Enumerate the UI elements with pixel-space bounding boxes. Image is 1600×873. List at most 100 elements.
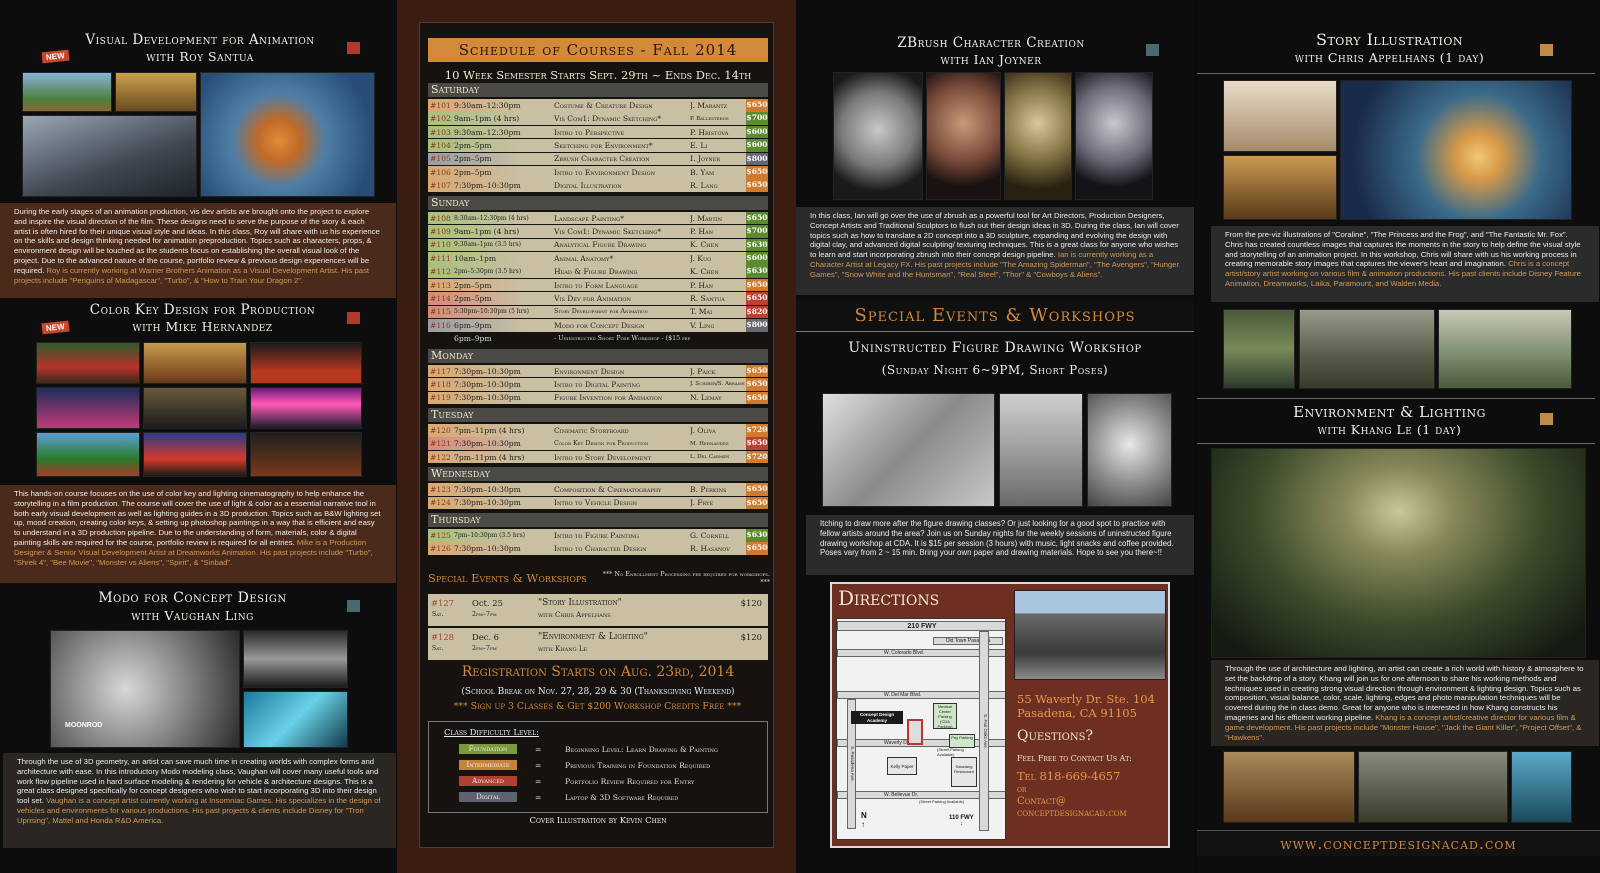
level-square-intermediate bbox=[1540, 44, 1553, 56]
workshop-note: *** No Enrollment Processing fee require… bbox=[602, 570, 770, 586]
school-break: (School Break on Nov. 27, 28, 29 & 30 (T… bbox=[461, 687, 735, 697]
building-photo bbox=[1014, 590, 1166, 680]
course-number: #123 bbox=[430, 484, 451, 494]
course-row[interactable]: #113 2pm–5pm Intro to Form Language P. Han $… bbox=[428, 278, 768, 292]
instructor: R. Santua bbox=[690, 293, 725, 303]
legend-desc: Laptop & 3D Software Required bbox=[565, 792, 679, 802]
course-price: $650 bbox=[746, 99, 768, 112]
course-row[interactable]: #109 9am–1pm (4 hrs) Vis Com1: Dynamic Ske… bbox=[428, 225, 768, 238]
course-name: Zbrush Character Creation bbox=[554, 154, 650, 164]
course-time: 2pm–5pm bbox=[454, 140, 492, 150]
map-label: (Street Parking Available) bbox=[937, 747, 964, 757]
website-url[interactable]: www.conceptdesignacad.com bbox=[1197, 830, 1600, 856]
story-art-1 bbox=[1223, 80, 1337, 152]
visdev-art-forest bbox=[22, 115, 197, 197]
course-name: Digital Illustration bbox=[554, 181, 622, 191]
course-row[interactable]: #126 7:30pm–10:30pm Intro to Character Des… bbox=[428, 542, 768, 555]
instructor: J. Frye bbox=[690, 498, 714, 508]
map[interactable]: 210 FWY Old Town Pasadena W. Colorado Bl… bbox=[836, 618, 1006, 840]
course-row[interactable]: #106 2pm–5pm Intro to Environment Design B.… bbox=[428, 166, 768, 179]
story-art-2 bbox=[1223, 155, 1337, 220]
day-header-monday: Monday bbox=[428, 348, 768, 363]
level-square-digital bbox=[347, 600, 360, 612]
fwy-210: 210 FWY bbox=[837, 621, 1005, 631]
course-number: #112 bbox=[430, 267, 451, 277]
course-row[interactable]: #117 7:30pm–10:30pm Environment Design J. P… bbox=[428, 364, 768, 378]
modo-art-vehicle bbox=[243, 630, 348, 688]
course-row[interactable]: #122 7pm–11pm (4 hrs) Intro to Story Devel… bbox=[428, 450, 768, 464]
course-price: $650 bbox=[746, 166, 768, 179]
course-row[interactable]: #125 7pm–10:30pm (3.5 hrs) Intro to Figure… bbox=[428, 529, 768, 542]
fwy-110: 110 FWY ↓ bbox=[949, 815, 974, 827]
course-row[interactable]: #120 7pm–11pm (4 hrs) Cinematic Storyboard… bbox=[428, 424, 768, 437]
course-row[interactable]: #104 2pm–5pm Sketching for Environment* E. … bbox=[428, 139, 768, 152]
day-header-thursday: Thursday bbox=[428, 513, 768, 527]
figure-drawing-1 bbox=[822, 393, 995, 507]
course-price: $630 bbox=[746, 265, 768, 278]
course-row[interactable]: #102 9am–1pm (4 hrs) Vis Com1: Dynamic Ske… bbox=[428, 112, 768, 125]
course-row[interactable]: #123 7:30pm–10:30pm Composition & Cinemato… bbox=[428, 483, 768, 496]
course-row[interactable]: #107 7:30pm–10:30pm Digital Illustration R.… bbox=[428, 179, 768, 192]
course-name: Intro to Digital Painting bbox=[554, 379, 641, 389]
env-thumb-5 bbox=[1358, 751, 1508, 823]
course-row[interactable]: #121 7:30pm–10:30pm Color Key Design for P… bbox=[428, 437, 768, 450]
colorkey-description: This hands-on course focuses on the use … bbox=[0, 485, 396, 583]
address: 55 Waverly Dr. Ste. 104 Pasadena, CA 9110… bbox=[1017, 692, 1155, 720]
special-events-heading: Special Events & Workshops bbox=[796, 300, 1194, 332]
instructor: P. Hristova bbox=[690, 127, 729, 137]
course-time: 7pm–11pm (4 hrs) bbox=[454, 425, 525, 435]
course-row[interactable]: 6pm–9pm - Uninstructed Short Pose Worksho… bbox=[428, 332, 768, 345]
course-price: $650 bbox=[746, 542, 768, 555]
course-price: $650 bbox=[746, 364, 768, 378]
instructor: J. Schiber/S. Abrams bbox=[690, 381, 745, 388]
event-row[interactable]: #127 Sat. Oct. 25 2pm–7pm "Story Illustr… bbox=[428, 594, 768, 626]
course-row[interactable]: #118 7:30pm–10:30pm Intro to Digital Paint… bbox=[428, 378, 768, 391]
course-price: $600 bbox=[746, 252, 768, 265]
story-art-main bbox=[1340, 80, 1572, 220]
course-row[interactable]: #112 2pm–5:30pm (3.5 hrs) Head & Figure Dr… bbox=[428, 265, 768, 278]
figure-drawing-3 bbox=[1087, 393, 1172, 507]
course-row[interactable]: #101 9:30am–12:30pm Costume & Creature Des… bbox=[428, 99, 768, 112]
schedule-panel: Schedule of Courses - Fall 2014 10 Week … bbox=[397, 0, 796, 873]
course-row[interactable]: #116 6pm–9pm Modo for Concept Design V. Lin… bbox=[428, 319, 768, 332]
course-price: $600 bbox=[746, 139, 768, 152]
course-number: #124 bbox=[430, 498, 451, 508]
course-row[interactable]: #111 10am–1pm Animal Anatomy* J. Kuo $600 bbox=[428, 252, 768, 265]
course-row[interactable]: #119 7:30pm–10:30pm Figure Invention for A… bbox=[428, 391, 768, 405]
left-column: Visual Development for Animation with Roy… bbox=[0, 0, 396, 873]
course-row[interactable]: #105 2pm–5pm Zbrush Character Creation I. J… bbox=[428, 152, 768, 166]
course-name: Intro to Perspective bbox=[554, 127, 625, 137]
course-number: #109 bbox=[430, 226, 451, 236]
course-row[interactable]: #115 5:30pm–10:30pm (5 hrs) Story Developm… bbox=[428, 305, 768, 319]
map-label: Saladang Restaurant bbox=[951, 757, 977, 787]
course-row[interactable]: #103 9:30am–12:30pm Intro to Perspective P.… bbox=[428, 125, 768, 139]
course-time: 8:30am–12:30pm (4 hrs) bbox=[454, 214, 529, 222]
instructor: J. Oliva bbox=[690, 425, 716, 435]
phone-number[interactable]: Tel 818-669-4657 bbox=[1017, 769, 1120, 783]
legend-item: Intermediate = Previous Training in Founda… bbox=[459, 760, 710, 770]
course-name: Intro to Vehicle Design bbox=[554, 498, 638, 508]
course-name: Color Key Design for Production bbox=[554, 440, 649, 448]
course-row[interactable]: #108 8:30am–12:30pm (4 hrs) Landscape Pain… bbox=[428, 211, 768, 225]
contact-email[interactable]: Contact@ conceptdesignacad.com bbox=[1017, 796, 1127, 820]
course-row[interactable]: #124 7:30pm–10:30pm Intro to Vehicle Desig… bbox=[428, 496, 768, 510]
course-row[interactable]: #110 9:30am–1pm (3.5 hrs) Analytical Figur… bbox=[428, 238, 768, 252]
directions-box: Directions 210 FWY Old Town Pasadena W. … bbox=[830, 582, 1170, 848]
course-number: #122 bbox=[430, 452, 451, 462]
instructor: V. Ling bbox=[690, 320, 715, 330]
env-thumb-4 bbox=[1223, 751, 1355, 823]
course-name: Head & Figure Drawing bbox=[554, 267, 638, 277]
instructor: P. Han bbox=[690, 280, 714, 290]
difficulty-legend: Class Difficulty Level: Foundation = Begin… bbox=[428, 721, 768, 813]
event-row[interactable]: #128 Sat. Dec. 6 2pm–7pm "Environment & … bbox=[428, 628, 768, 660]
cda-marker[interactable]: Concept Design Academy bbox=[851, 711, 903, 724]
course-row[interactable]: #114 2pm–5pm Vis Dev for Animation R. Santu… bbox=[428, 292, 768, 305]
course-number: #108 bbox=[430, 213, 451, 223]
cda-location-icon bbox=[907, 719, 923, 745]
colorkey-art-4 bbox=[36, 387, 140, 429]
contact-prompt: Feel Free to Contact Us At: bbox=[1017, 754, 1132, 763]
course-number: #101 bbox=[430, 100, 451, 110]
course-number: #107 bbox=[430, 181, 451, 191]
workshop-subtitle: (Sunday Night 6~9PM, Short Poses) bbox=[881, 363, 1109, 377]
course-time: 7pm–11pm (4 hrs) bbox=[454, 452, 525, 462]
